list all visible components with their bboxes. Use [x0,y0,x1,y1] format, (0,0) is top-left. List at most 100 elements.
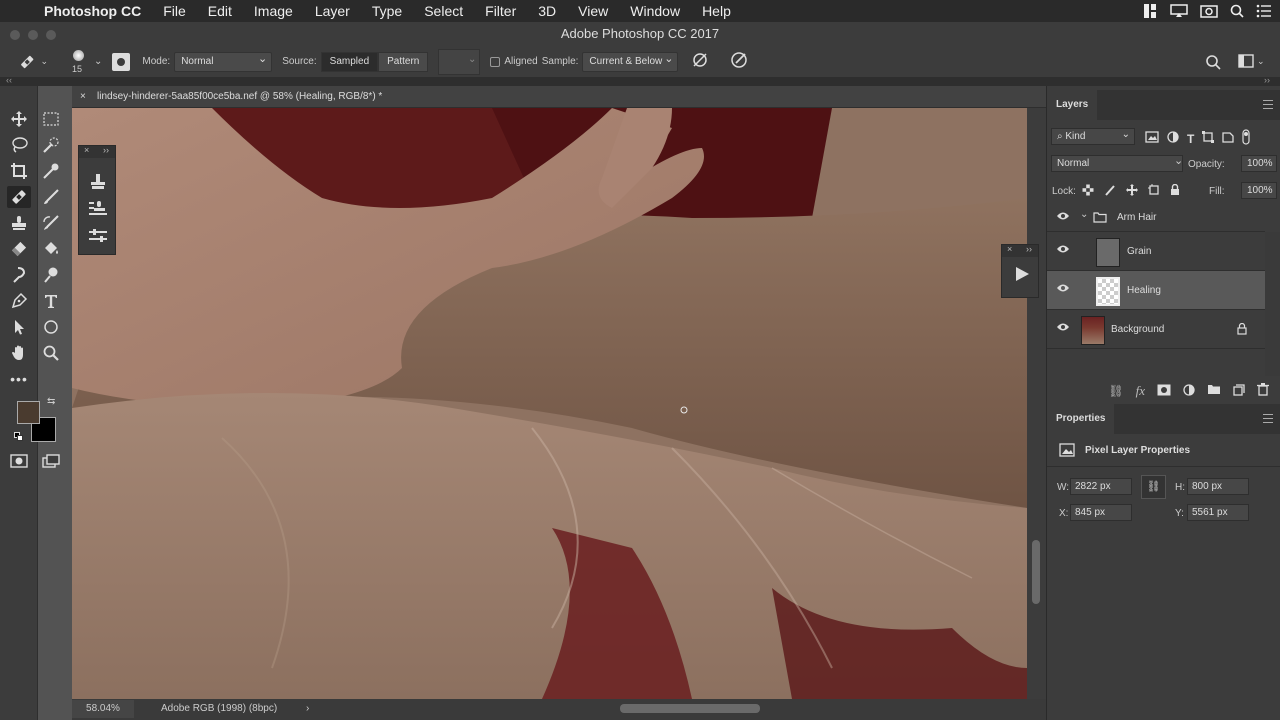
menu-image[interactable]: Image [243,3,304,19]
mode-select[interactable]: Normal [174,50,273,72]
minimize-window-button[interactable] [28,30,38,40]
filter-pixel-icon[interactable] [1145,131,1159,146]
brush-picker[interactable]: 15 [68,48,94,76]
zoom-tool-icon[interactable] [39,342,63,364]
smudge-tool-icon[interactable] [7,264,31,286]
filter-type-icon[interactable]: T [1187,132,1194,146]
quick-mask-icon[interactable] [7,450,31,472]
lock-all-icon[interactable] [1170,183,1180,199]
menu-layer[interactable]: Layer [304,3,361,19]
menu-view[interactable]: View [567,3,619,19]
filter-shape-icon[interactable] [1202,131,1215,146]
brush-picker-chevron-icon[interactable]: ⌄ [94,56,102,67]
layer-row-arm-hair[interactable]: ⌄ Arm Hair [1047,203,1265,232]
notification-list-icon[interactable] [1256,4,1272,18]
clone-stamp-tool-icon[interactable] [7,212,31,234]
delete-layer-icon[interactable] [1257,383,1269,399]
actions-panel-header[interactable]: × ›› [1002,244,1038,257]
camera-icon[interactable] [1200,4,1218,18]
swap-colors-icon[interactable]: ⇆ [47,396,55,407]
image-canvas[interactable] [72,108,1027,699]
zoom-window-button[interactable] [46,30,56,40]
filter-adjustment-icon[interactable] [1167,131,1179,146]
new-adjustment-layer-icon[interactable] [1183,383,1195,399]
clone-source-icon[interactable] [88,172,108,195]
height-field[interactable]: 800 px [1187,478,1249,495]
quick-selection-tool-icon[interactable] [39,134,63,156]
floating-panel-close-icon[interactable]: × [84,145,89,155]
fill-field[interactable]: 100% [1241,182,1277,199]
airplay-icon[interactable] [1170,4,1188,18]
status-menu-arrow-icon[interactable]: › [306,700,309,718]
close-window-button[interactable] [10,30,20,40]
edit-toolbar-icon[interactable]: ••• [7,368,31,390]
width-field[interactable]: 2822 px [1070,478,1132,495]
document-tab[interactable]: × lindsey-hinderer-5aa85f00ce5ba.nef @ 5… [72,86,1046,108]
lasso-tool-icon[interactable] [7,134,31,156]
zoom-level-field[interactable]: 58.04% [72,700,134,718]
new-group-icon[interactable] [1207,384,1221,398]
paint-bucket-tool-icon[interactable] [39,238,63,260]
properties-panel-menu-icon[interactable] [1263,414,1273,426]
group-expand-chevron-icon[interactable]: ⌄ [1080,209,1088,220]
horizontal-scroll-thumb[interactable] [620,704,760,713]
pressure-size-icon[interactable] [730,51,748,72]
opacity-field[interactable]: 100% [1241,155,1277,172]
brush-tool-icon[interactable] [39,186,63,208]
lock-position-icon[interactable] [1126,184,1138,199]
menu-help[interactable]: Help [691,3,742,19]
menu-filter[interactable]: Filter [474,3,527,19]
workspace-switcher-icon[interactable]: ⌄ [1238,54,1265,68]
layer-row-background[interactable]: Background [1047,310,1265,349]
floating-panel-header[interactable]: × ›› [79,145,115,158]
lock-transparent-pixels-icon[interactable] [1082,184,1094,199]
visibility-eye-icon[interactable] [1056,283,1070,296]
menu-3d[interactable]: 3D [527,3,567,19]
layer-style-fx-icon[interactable]: fx [1136,383,1145,399]
menu-type[interactable]: Type [361,3,413,19]
hand-tool-icon[interactable] [7,342,31,364]
y-field[interactable]: 5561 px [1187,504,1249,521]
vertical-scroll-thumb[interactable] [1032,540,1040,604]
healing-brush-preset-icon[interactable]: ⌄ [18,52,48,72]
crop-tool-icon[interactable] [7,160,31,182]
visibility-eye-icon[interactable] [1056,211,1070,224]
pen-tool-icon[interactable] [7,290,31,312]
healing-brush-tool-icon[interactable] [7,186,31,208]
actions-panel-expand-icon[interactable]: ›› [1026,244,1032,254]
actions-panel-close-icon[interactable]: × [1007,244,1012,254]
new-layer-icon[interactable] [1233,383,1245,399]
tool-presets-icon[interactable] [88,200,108,221]
pattern-picker[interactable]: ⌄ [438,48,481,75]
adjustments-icon[interactable] [88,228,108,247]
layers-scrollbar[interactable] [1265,232,1280,376]
lock-artboard-icon[interactable] [1148,184,1160,199]
floating-panel-expand-icon[interactable]: ›› [103,145,109,155]
link-dimensions-icon[interactable]: ⛓ [1141,475,1166,499]
scripts-icon[interactable] [1142,3,1158,19]
play-action-icon[interactable] [1014,266,1030,285]
sample-select[interactable]: Current & Below [582,50,679,72]
search-icon[interactable] [1230,4,1244,18]
default-colors-icon[interactable] [14,432,23,441]
x-field[interactable]: 845 px [1070,504,1132,521]
source-sampled-button[interactable]: Sampled [320,51,379,72]
tab-properties[interactable]: Properties [1047,404,1115,434]
menu-app[interactable]: Photoshop CC [40,3,152,19]
layer-row-healing[interactable]: Healing [1047,271,1265,310]
foreground-color-swatch[interactable] [17,401,40,424]
dodge-tool-icon[interactable] [39,264,63,286]
eyedropper-tool-icon[interactable] [39,160,63,182]
search-icon[interactable] [1205,54,1221,73]
panels-collapse-icon[interactable]: ›› [1264,75,1270,85]
eraser-tool-icon[interactable] [7,238,31,260]
menu-edit[interactable]: Edit [197,3,243,19]
menu-window[interactable]: Window [619,3,691,19]
aligned-checkbox[interactable] [490,56,501,67]
menu-file[interactable]: File [152,3,197,19]
move-tool-icon[interactable] [7,108,31,130]
history-brush-tool-icon[interactable] [39,212,63,234]
link-layers-icon[interactable]: ⛓ [1108,384,1123,398]
lock-image-pixels-icon[interactable] [1104,184,1116,199]
vertical-scrollbar[interactable] [1027,108,1046,699]
